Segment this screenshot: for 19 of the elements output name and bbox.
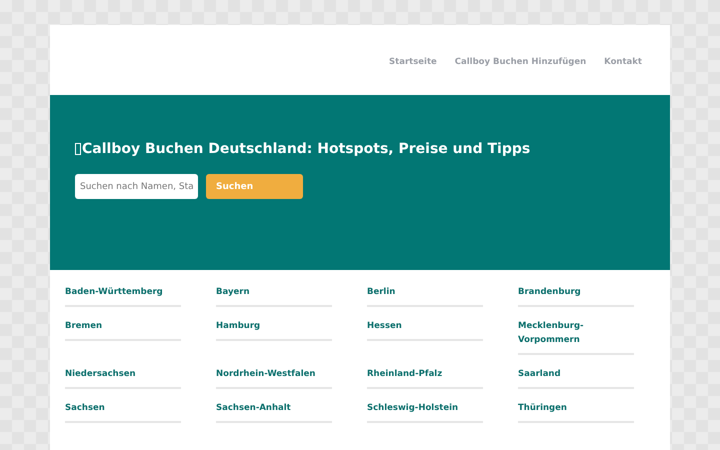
- region-link[interactable]: Brandenburg: [518, 285, 634, 307]
- region-link[interactable]: Bremen: [65, 319, 181, 341]
- region-link[interactable]: Thüringen: [518, 401, 634, 423]
- page-title: Callboy Buchen Deutschland: Hotspots, Preise und Tipps: [82, 141, 530, 157]
- region-link[interactable]: Hessen: [367, 319, 483, 341]
- search-field[interactable]: Suchen nach Namen, Sta: [75, 174, 198, 199]
- region-link[interactable]: Sachsen: [65, 401, 181, 423]
- region-link[interactable]: Rheinland-Pfalz: [367, 367, 483, 389]
- region-link[interactable]: Schleswig-Holstein: [367, 401, 483, 423]
- region-link[interactable]: Sachsen-Anhalt: [216, 401, 332, 423]
- region-link[interactable]: Nordrhein-Westfalen: [216, 367, 332, 389]
- region-link[interactable]: Baden-Württemberg: [65, 285, 181, 307]
- region-link[interactable]: Saarland: [518, 367, 634, 389]
- region-link[interactable]: Hamburg: [216, 319, 332, 341]
- region-link[interactable]: Niedersachsen: [65, 367, 181, 389]
- region-link[interactable]: Bayern: [216, 285, 332, 307]
- region-link[interactable]: Mecklenburg-Vorpommern: [518, 319, 634, 355]
- missing-glyph-icon: [75, 143, 81, 155]
- region-link[interactable]: Berlin: [367, 285, 483, 307]
